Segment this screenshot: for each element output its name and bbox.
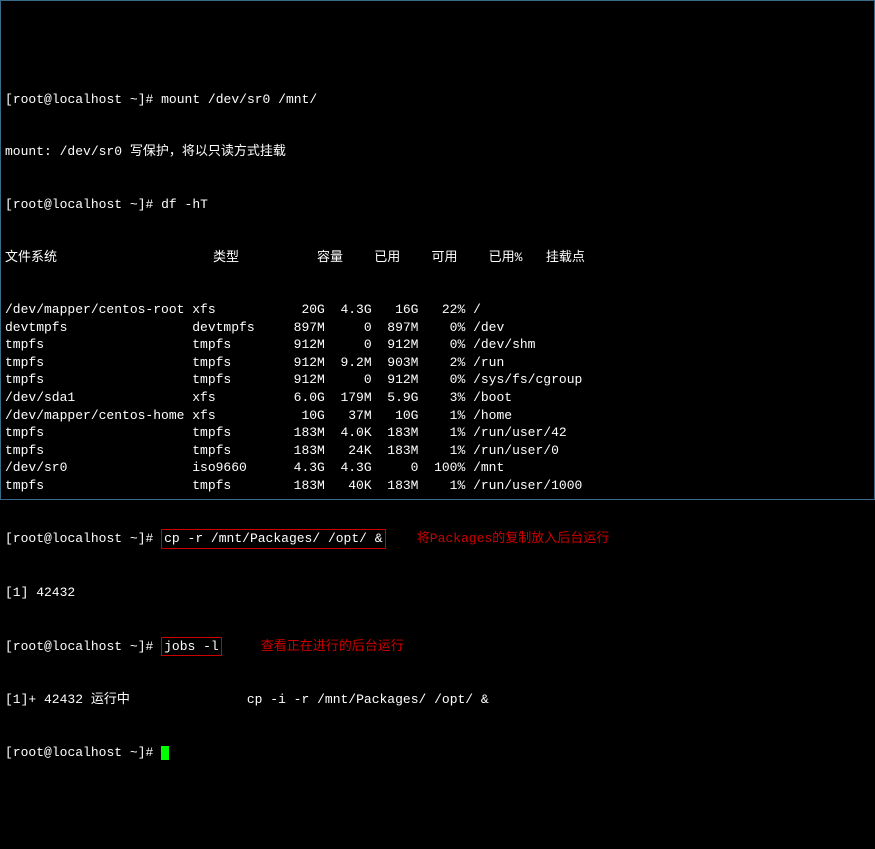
cmd-mount: mount /dev/sr0 /mnt/ [161, 92, 317, 107]
cmd-cp: cp -r /mnt/Packages/ /opt/ & [164, 531, 382, 546]
df-row: /dev/sr0 iso9660 4.3G 4.3G 0 100% /mnt [5, 459, 870, 477]
prompt-line-jobs[interactable]: [root@localhost ~]# jobs -l 查看正在进行的后台运行 [5, 637, 870, 657]
df-row: devtmpfs devtmpfs 897M 0 897M 0% /dev [5, 319, 870, 337]
prompt-line-cursor[interactable]: [root@localhost ~]# [5, 744, 870, 762]
df-table-body: /dev/mapper/centos-root xfs 20G 4.3G 16G… [5, 301, 870, 494]
df-row: /dev/sda1 xfs 6.0G 179M 5.9G 3% /boot [5, 389, 870, 407]
mount-response: mount: /dev/sr0 写保护，将以只读方式挂载 [5, 143, 870, 161]
prompt-line-mount[interactable]: [root@localhost ~]# mount /dev/sr0 /mnt/ [5, 91, 870, 109]
df-row: tmpfs tmpfs 183M 24K 183M 1% /run/user/0 [5, 442, 870, 460]
prompt-line-df[interactable]: [root@localhost ~]# df -hT [5, 196, 870, 214]
prompt-line-cp[interactable]: [root@localhost ~]# cp -r /mnt/Packages/… [5, 529, 870, 549]
cmd-jobs-box: jobs -l [161, 637, 222, 657]
df-row: /dev/mapper/centos-home xfs 10G 37M 10G … [5, 407, 870, 425]
cmd-cp-box: cp -r /mnt/Packages/ /opt/ & [161, 529, 385, 549]
df-row: tmpfs tmpfs 912M 9.2M 903M 2% /run [5, 354, 870, 372]
df-row: /dev/mapper/centos-root xfs 20G 4.3G 16G… [5, 301, 870, 319]
annotation-cp: 将Packages的复制放入后台运行 [417, 531, 609, 546]
cmd-df: df -hT [161, 197, 208, 212]
annotation-jobs: 查看正在进行的后台运行 [261, 639, 404, 654]
job-spawn: [1] 42432 [5, 584, 870, 602]
cursor-block [161, 746, 169, 760]
df-row: tmpfs tmpfs 183M 4.0K 183M 1% /run/user/… [5, 424, 870, 442]
df-row: tmpfs tmpfs 912M 0 912M 0% /dev/shm [5, 336, 870, 354]
df-row: tmpfs tmpfs 912M 0 912M 0% /sys/fs/cgrou… [5, 371, 870, 389]
cmd-jobs: jobs -l [164, 639, 219, 654]
job-status: [1]+ 42432 运行中 cp -i -r /mnt/Packages/ /… [5, 691, 870, 709]
df-row: tmpfs tmpfs 183M 40K 183M 1% /run/user/1… [5, 477, 870, 495]
df-header: 文件系统 类型 容量 已用 可用 已用% 挂载点 [5, 249, 870, 267]
